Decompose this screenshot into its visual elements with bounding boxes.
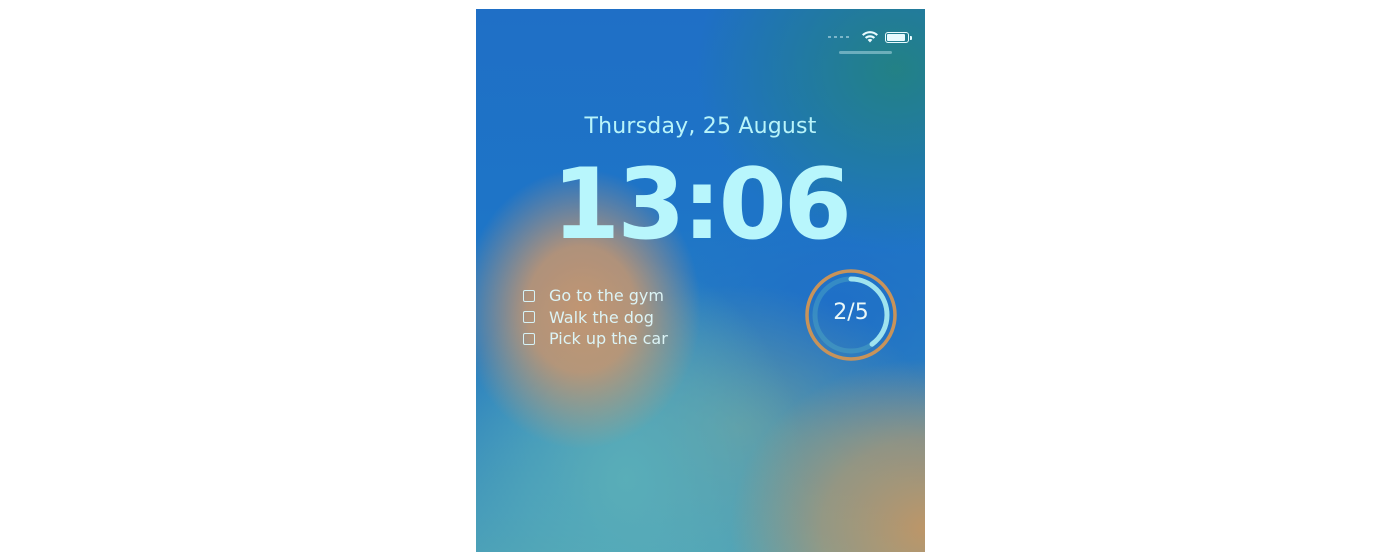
reminder-item[interactable]: Go to the gym [523,285,753,307]
reminder-label: Walk the dog [549,307,654,327]
lock-screen-date[interactable]: Thursday, 25 August [476,114,925,139]
battery-level-fill [887,33,905,41]
reminder-item[interactable]: Walk the dog [523,307,753,329]
notification-handle[interactable] [839,51,892,54]
reminder-checkbox[interactable] [523,311,535,324]
reminder-label: Pick up the car [549,329,668,349]
reminder-checkbox[interactable] [523,332,535,345]
lock-screen-time[interactable]: 13:06 [476,151,925,260]
progress-ring-widget[interactable]: 2/5 [798,262,904,368]
reminder-item[interactable]: Pick up the car [523,328,753,350]
reminder-label: Go to the gym [549,286,664,306]
progress-count: 2/5 [833,300,869,325]
lock-screen: Thursday, 25 August 13:06 Go to the gym … [476,9,925,552]
reminders-widget[interactable]: Go to the gym Walk the dog Pick up the c… [523,285,753,350]
status-bar [828,28,912,47]
battery-icon [885,31,912,43]
reminder-checkbox[interactable] [523,289,535,302]
wifi-icon [861,28,879,47]
cellular-signal-icon [828,36,849,38]
